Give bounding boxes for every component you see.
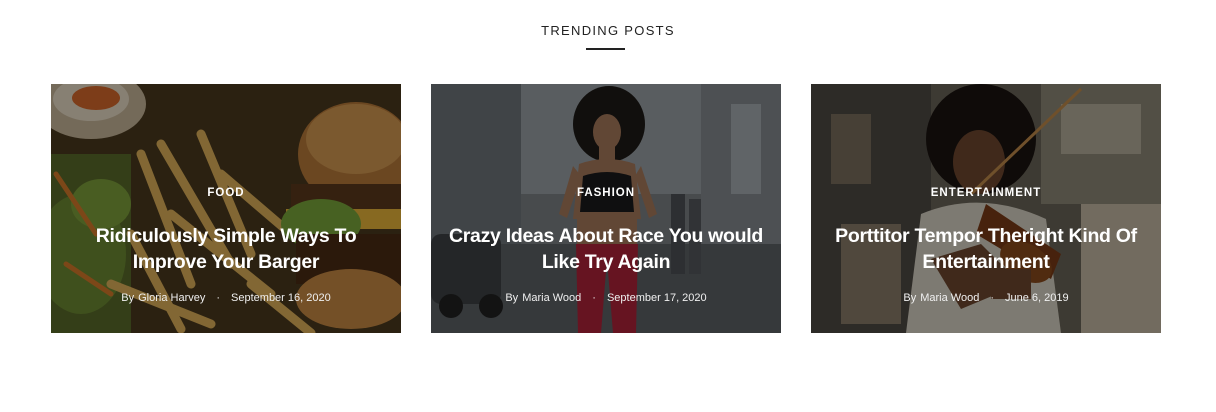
post-meta: By Gloria Harvey · September 16, 2020 (51, 292, 401, 304)
post-date: June 6, 2019 (1005, 292, 1069, 304)
section-title: TRENDING POSTS (541, 23, 675, 38)
by-label: By (121, 292, 135, 304)
post-category[interactable]: FOOD (51, 187, 401, 199)
post-title[interactable]: Ridiculously Simple Ways To Improve Your… (63, 223, 389, 275)
post-meta: By Maria Wood · September 17, 2020 (431, 292, 781, 304)
post-meta: By Maria Wood · June 6, 2019 (811, 292, 1161, 304)
post-card-food[interactable]: FOOD Ridiculously Simple Ways To Improve… (51, 84, 401, 333)
meta-separator: · (990, 292, 994, 304)
meta-separator: · (216, 292, 221, 304)
post-title[interactable]: Porttitor Tempor Theright Kind Of Entert… (823, 223, 1149, 275)
card-content: FASHION Crazy Ideas About Race You would… (431, 84, 781, 333)
post-title[interactable]: Crazy Ideas About Race You would Like Tr… (443, 223, 769, 275)
by-label: By (903, 292, 917, 304)
post-author[interactable]: Maria Wood (522, 292, 581, 304)
card-content: FOOD Ridiculously Simple Ways To Improve… (51, 84, 401, 333)
post-author[interactable]: Gloria Harvey (138, 292, 205, 304)
title-underline (586, 48, 625, 50)
card-content: ENTERTAINMENT Porttitor Tempor Theright … (811, 84, 1161, 333)
by-label: By (505, 292, 519, 304)
post-author[interactable]: Maria Wood (920, 292, 979, 304)
post-date: September 17, 2020 (606, 292, 707, 304)
post-card-fashion[interactable]: FASHION Crazy Ideas About Race You would… (431, 84, 781, 333)
post-date: September 16, 2020 (231, 292, 331, 304)
post-category[interactable]: ENTERTAINMENT (811, 187, 1161, 199)
post-card-entertainment[interactable]: ENTERTAINMENT Porttitor Tempor Theright … (811, 84, 1161, 333)
trending-posts-section: TRENDING POSTS FOOD Ridiculously Simple … (0, 0, 1216, 412)
post-category[interactable]: FASHION (431, 187, 781, 199)
meta-separator: · (592, 292, 596, 304)
